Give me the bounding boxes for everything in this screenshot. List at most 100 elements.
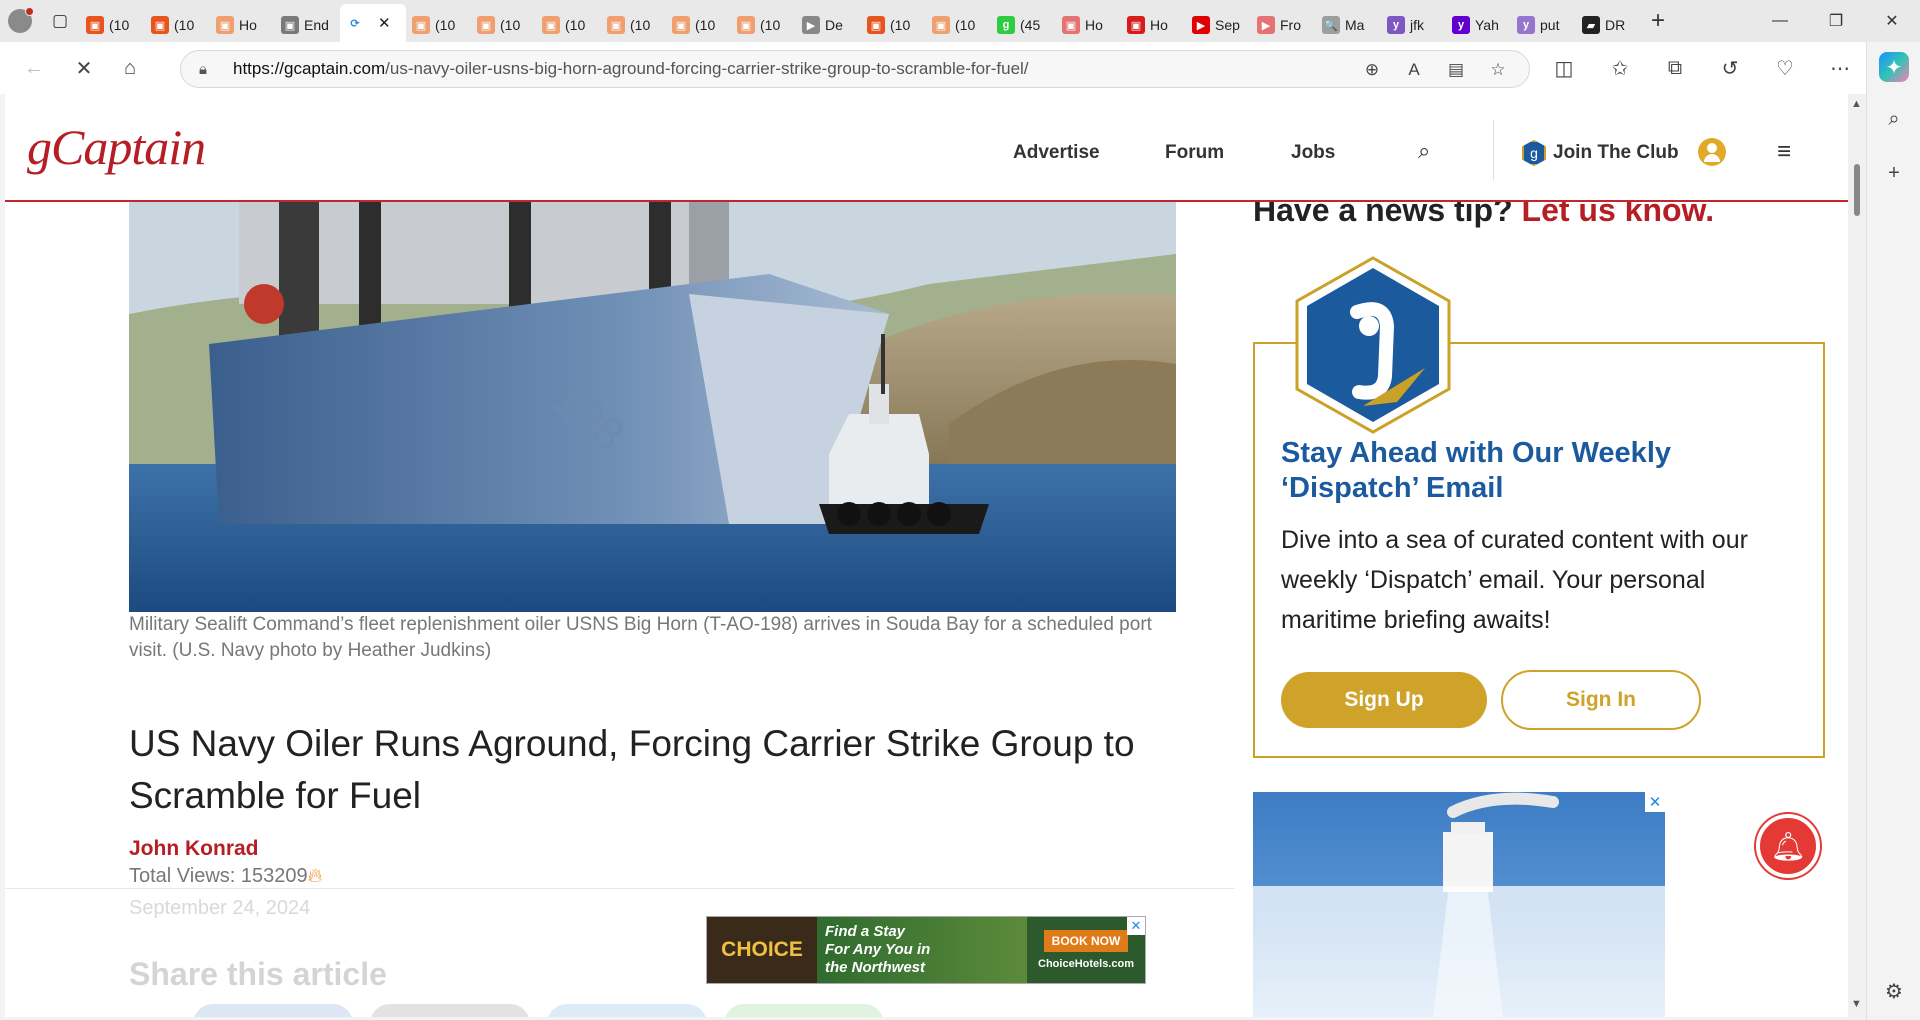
- tab-label: (10: [630, 17, 651, 33]
- share-facebook-button[interactable]: [193, 1004, 353, 1017]
- sidebar-settings-icon[interactable]: ⚙: [1879, 976, 1909, 1006]
- nav-jobs[interactable]: Jobs: [1291, 142, 1335, 164]
- tab-favicon-icon: y: [1452, 16, 1470, 34]
- site-search-icon[interactable]: ⌕: [1418, 138, 1430, 164]
- tab-favicon-icon: ▣: [86, 16, 104, 34]
- address-bar[interactable]: 🔒︎ https://gcaptain.com/us-navy-oiler-us…: [180, 50, 1530, 88]
- browser-essentials-icon[interactable]: ♡: [1765, 48, 1805, 88]
- scroll-down-icon[interactable]: ▼: [1851, 998, 1862, 1010]
- tab-label: Ho: [239, 17, 257, 33]
- tab-strip: ▢ ▣ (10 ▣ (10 ▣ Ho ▣ End ⟳ ✕ ▣ (10 ▣ (10 ▣ (10 ▣ (10 ▣ (10 ▣…: [0, 0, 1920, 42]
- read-aloud-icon[interactable]: A: [1399, 55, 1429, 85]
- browser-tab[interactable]: ⟳ ✕: [340, 4, 406, 42]
- favorites-icon[interactable]: ✩: [1600, 48, 1640, 88]
- browser-tab[interactable]: ▣ Ho: [1056, 8, 1121, 42]
- browser-tab[interactable]: ▰ DR: [1576, 8, 1641, 42]
- browser-tab[interactable]: ▣ (10: [145, 8, 210, 42]
- close-window-button[interactable]: ✕: [1864, 0, 1920, 42]
- hero-image: 198: [129, 164, 1176, 612]
- share-x-button[interactable]: [370, 1004, 530, 1017]
- url-path: /us-navy-oiler-usns-big-horn-aground-for…: [385, 59, 1029, 78]
- sign-up-button[interactable]: Sign Up: [1281, 672, 1487, 728]
- author-link[interactable]: John Konrad: [129, 837, 259, 861]
- tab-label: Sep: [1215, 17, 1240, 33]
- choice-hotels-ad[interactable]: CHOICE Find a Stay For Any You in the No…: [706, 916, 1146, 984]
- browser-tab[interactable]: ▣ End: [275, 8, 340, 42]
- share-heading: Share this article: [129, 956, 387, 992]
- sidebar-search-icon[interactable]: ⌕: [1879, 104, 1909, 134]
- gcaptain-logo[interactable]: gCaptain: [27, 118, 206, 176]
- tab-favicon-icon: g: [997, 16, 1015, 34]
- site-info-icon[interactable]: 🔒︎: [199, 61, 217, 78]
- tab-label: (10: [695, 17, 716, 33]
- ad-brand: CHOICE: [707, 917, 817, 983]
- hamburger-menu-icon[interactable]: ≡: [1777, 138, 1791, 166]
- tab-favicon-icon: ▣: [607, 16, 625, 34]
- tab-favicon-icon: ▶: [1192, 16, 1210, 34]
- tab-favicon-icon: ▣: [151, 16, 169, 34]
- browser-tab[interactable]: ▶ Fro: [1251, 8, 1316, 42]
- scrollbar-thumb[interactable]: [1854, 164, 1860, 216]
- tab-label: (10: [890, 17, 911, 33]
- copilot-icon[interactable]: ✦: [1879, 52, 1909, 82]
- browser-tab[interactable]: ▣ (10: [536, 8, 601, 42]
- gcaptain-badge-icon: [1295, 256, 1451, 434]
- minimize-button[interactable]: —: [1752, 0, 1808, 42]
- user-account-icon[interactable]: [1698, 138, 1726, 166]
- share-whatsapp-button[interactable]: [724, 1004, 884, 1017]
- notification-bell-icon[interactable]: 🔔︎: [1756, 814, 1820, 878]
- browser-tab[interactable]: ▣ (10: [861, 8, 926, 42]
- publish-date: September 24, 2024: [129, 897, 311, 919]
- sidebar-add-icon[interactable]: +: [1879, 158, 1909, 188]
- nav-advertise[interactable]: Advertise: [1013, 142, 1100, 164]
- ad-close-icon[interactable]: ✕: [1127, 917, 1145, 935]
- browser-tab[interactable]: y Yah: [1446, 8, 1511, 42]
- browser-tab[interactable]: ▣ (10: [80, 8, 145, 42]
- page-scrollbar[interactable]: ▲ ▼: [1848, 94, 1866, 1017]
- more-menu-icon[interactable]: ⋯: [1820, 48, 1860, 88]
- restore-button[interactable]: ❐: [1808, 0, 1864, 42]
- sidebar-cruise-ad[interactable]: ✕: [1253, 792, 1665, 1017]
- profile-button[interactable]: [0, 1, 40, 41]
- tab-actions-icon[interactable]: ▢: [40, 1, 80, 41]
- nav-forum[interactable]: Forum: [1165, 142, 1224, 164]
- share-linkedin-button[interactable]: [547, 1004, 707, 1017]
- browser-tab[interactable]: 🔍 Ma: [1316, 8, 1381, 42]
- collections-icon[interactable]: ⧉: [1655, 48, 1695, 88]
- back-icon[interactable]: ←: [14, 48, 54, 88]
- new-tab-button[interactable]: +: [1641, 4, 1675, 38]
- browser-tab[interactable]: ▣ Ho: [210, 8, 275, 42]
- ad-book-now-button[interactable]: BOOK NOW: [1043, 930, 1129, 952]
- tab-favicon-icon: ▣: [1062, 16, 1080, 34]
- join-club-link[interactable]: Join The Club: [1553, 142, 1679, 164]
- zoom-icon[interactable]: ⊕: [1357, 55, 1387, 85]
- browser-tab[interactable]: ▣ (10: [731, 8, 796, 42]
- home-icon[interactable]: ⌂: [110, 48, 150, 88]
- browser-tab[interactable]: ▣ Ho: [1121, 8, 1186, 42]
- tab-list: ▣ (10 ▣ (10 ▣ Ho ▣ End ⟳ ✕ ▣ (10 ▣ (10 ▣ (10 ▣ (10 ▣ (10 ▣ (1…: [80, 0, 1641, 42]
- browser-tab[interactable]: y put: [1511, 8, 1576, 42]
- browser-tab[interactable]: ▣ (10: [406, 8, 471, 42]
- club-badge-icon: g: [1522, 140, 1546, 166]
- sign-in-button[interactable]: Sign In: [1501, 670, 1701, 730]
- scroll-up-icon[interactable]: ▲: [1851, 98, 1862, 110]
- browser-tab[interactable]: ▣ (10: [601, 8, 666, 42]
- tab-label: End: [304, 17, 329, 33]
- browser-tab[interactable]: g (45: [991, 8, 1056, 42]
- nav-divider: [1493, 120, 1494, 180]
- immersive-reader-icon[interactable]: ▤: [1441, 55, 1471, 85]
- tab-label: (45: [1020, 17, 1041, 33]
- browser-tab[interactable]: ▣ (10: [666, 8, 731, 42]
- stop-loading-icon[interactable]: ✕: [64, 48, 104, 88]
- split-screen-icon[interactable]: ◫: [1544, 48, 1584, 88]
- browser-tab[interactable]: ▶ Sep: [1186, 8, 1251, 42]
- tab-close-icon[interactable]: ✕: [378, 14, 391, 32]
- ad-overlay: [1253, 886, 1665, 1017]
- browser-tab[interactable]: y jfk: [1381, 8, 1446, 42]
- favorite-star-icon[interactable]: ☆: [1483, 55, 1513, 85]
- browser-tab[interactable]: ▶ De: [796, 8, 861, 42]
- history-icon[interactable]: ↺: [1710, 48, 1750, 88]
- browser-tab[interactable]: ▣ (10: [926, 8, 991, 42]
- browser-tab[interactable]: ▣ (10: [471, 8, 536, 42]
- ad-close-icon[interactable]: ✕: [1645, 792, 1665, 812]
